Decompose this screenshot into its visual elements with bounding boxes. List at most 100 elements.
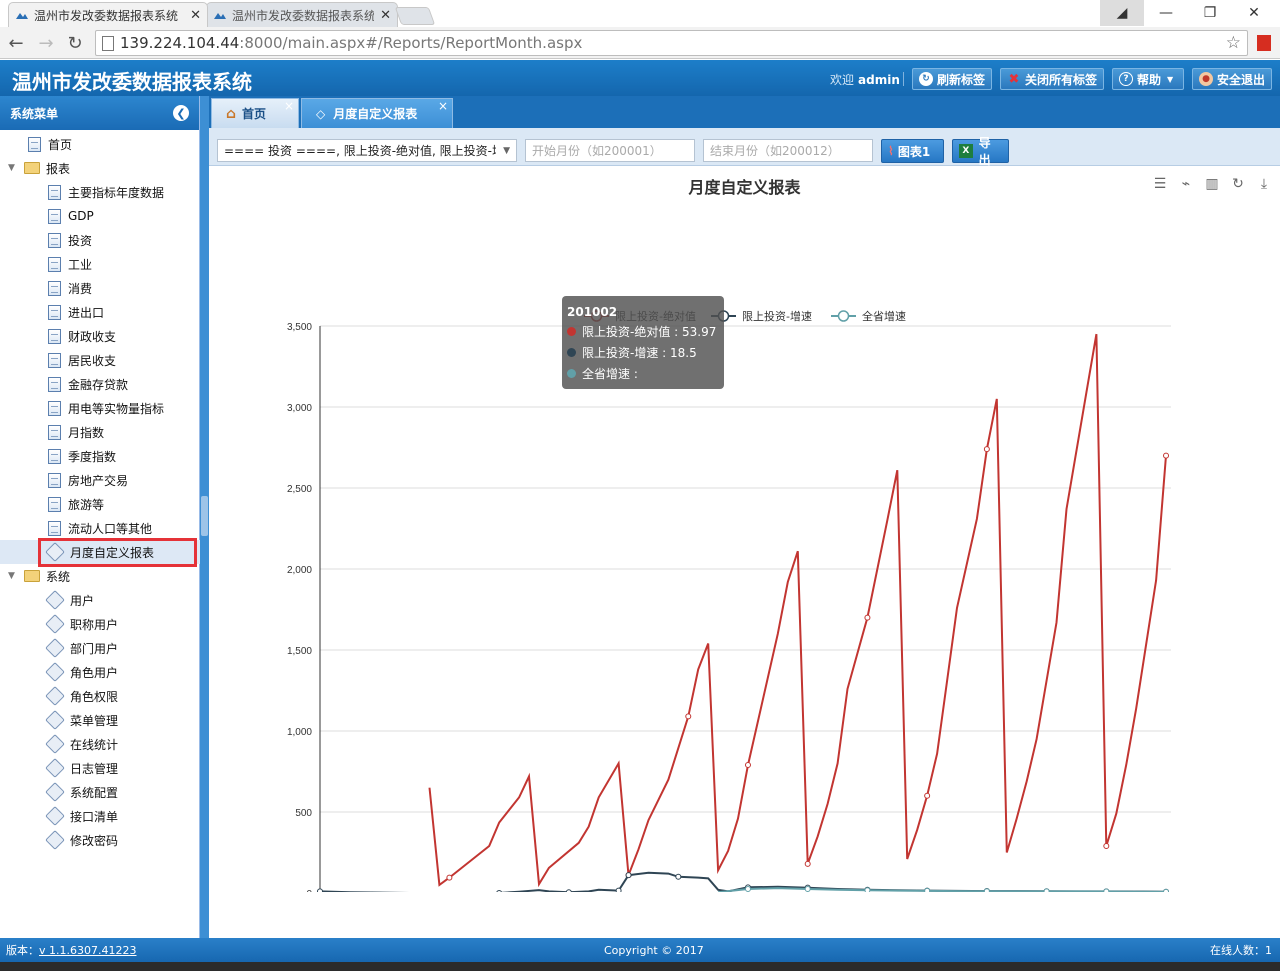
splitter-grip[interactable] bbox=[201, 496, 208, 536]
sidebar-splitter[interactable] bbox=[200, 96, 209, 938]
tree-item-system[interactable]: 菜单管理 bbox=[45, 708, 118, 732]
tree-item-label: 首页 bbox=[48, 137, 73, 152]
bar-chart-icon[interactable]: ▥ bbox=[1204, 176, 1220, 192]
version-link[interactable]: v 1.1.6307.41223 bbox=[39, 944, 136, 957]
browser-tab-active[interactable]: 温州市发改委数据报表系统 ✕ bbox=[8, 2, 208, 27]
export-button-label: 导出 bbox=[978, 136, 991, 167]
series-line bbox=[428, 333, 1167, 888]
tooltip-row: 全省增速 : bbox=[567, 363, 719, 384]
minimize-icon[interactable]: — bbox=[1144, 0, 1188, 26]
tree-item-system[interactable]: 系统配置 bbox=[45, 780, 118, 804]
tree-item-report[interactable]: 旅游等 bbox=[48, 492, 104, 516]
close-tab-home-icon[interactable]: × bbox=[284, 99, 294, 113]
y-tick-label: 3,000 bbox=[287, 403, 312, 414]
bookmark-star-icon[interactable]: ☆ bbox=[1226, 33, 1241, 53]
tree-item-report[interactable]: GDP bbox=[48, 204, 94, 228]
tree-item-report[interactable]: 投资 bbox=[48, 228, 92, 252]
tree-item-label: 消费 bbox=[68, 281, 93, 296]
tree-item-system[interactable]: 角色用户 bbox=[45, 660, 118, 684]
page-icon bbox=[48, 256, 61, 272]
tree-item-system[interactable]: 部门用户 bbox=[45, 636, 118, 660]
series-dot bbox=[567, 327, 576, 336]
series-point bbox=[864, 614, 871, 621]
data-view-icon[interactable]: ☰ bbox=[1152, 176, 1168, 192]
close-tab-report-icon[interactable]: × bbox=[438, 99, 448, 113]
tree-item-report[interactable]: 消费 bbox=[48, 276, 92, 300]
tree-item-report[interactable]: 居民收支 bbox=[48, 348, 116, 372]
line-chart-icon[interactable]: ⌁ bbox=[1178, 176, 1194, 192]
tree-folder-system[interactable]: ▼ 系统 bbox=[8, 564, 70, 588]
series-point bbox=[685, 713, 692, 720]
tree-item-report[interactable]: 季度指数 bbox=[48, 444, 116, 468]
tree-item-system[interactable]: 角色权限 bbox=[45, 684, 118, 708]
tree-item-label: 工业 bbox=[68, 257, 93, 272]
y-tick-label: 1,500 bbox=[287, 646, 312, 657]
extension-icon[interactable] bbox=[1257, 35, 1271, 51]
browser-tab-inactive[interactable]: 温州市发改委数据报表系统 ✕ bbox=[206, 2, 398, 27]
tree-item-report[interactable]: 主要指标年度数据 bbox=[48, 180, 164, 204]
sidebar: 系统菜单 ❮ 首页 ▼ 报表 主要指标年度数据 GDP 投资 工业 消费 进出口 财政收支 居民收支… bbox=[0, 96, 200, 938]
legend-label: 限上投资-增速 bbox=[742, 309, 812, 323]
series-point bbox=[615, 887, 622, 892]
indicator-select[interactable]: ==== 投资 ====, 限上投资-绝对值, 限上投资-增速 ▼ bbox=[217, 139, 517, 162]
tree-item-report[interactable]: 财政收支 bbox=[48, 324, 116, 348]
browser-tabstrip: 温州市发改委数据报表系统 ✕ 温州市发改委数据报表系统 ✕ ◢ — ❐ ✕ bbox=[0, 0, 1280, 27]
close-all-tabs-button[interactable]: ✖ 关闭所有标签 bbox=[1000, 68, 1104, 90]
forward-arrow-icon[interactable]: → bbox=[34, 31, 58, 55]
tree-item-home[interactable]: 首页 bbox=[28, 132, 72, 156]
indicator-select-value: ==== 投资 ====, 限上投资-绝对值, 限上投资-增速 bbox=[224, 144, 496, 158]
end-month-input[interactable]: 结束月份（如200012） bbox=[703, 139, 873, 162]
version-text: 版本：v 1.1.6307.41223 bbox=[6, 942, 136, 958]
help-button[interactable]: ? 帮助 ▼ bbox=[1112, 68, 1184, 90]
tree-item-label: 在线统计 bbox=[70, 737, 119, 752]
tree-item-system[interactable]: 接口清单 bbox=[45, 804, 118, 828]
tree-item-report[interactable]: 金融存贷款 bbox=[48, 372, 128, 396]
tree-item-system[interactable]: 在线统计 bbox=[45, 732, 119, 756]
tree-item-report[interactable]: 流动人口等其他 bbox=[48, 516, 152, 540]
chart-button[interactable]: ⌇ 图表1 bbox=[881, 139, 944, 163]
home-icon: ⌂ bbox=[226, 105, 237, 122]
profile-icon[interactable]: ◢ bbox=[1100, 0, 1144, 26]
close-tab-icon[interactable]: ✕ bbox=[190, 8, 201, 23]
page-icon bbox=[48, 304, 61, 320]
tree-item-report[interactable]: 月指数 bbox=[48, 420, 104, 444]
download-icon[interactable]: ⤓ bbox=[1256, 176, 1272, 192]
tree-item-system[interactable]: 职称用户 bbox=[45, 612, 118, 636]
y-tick-label: 2,500 bbox=[287, 484, 312, 495]
close-tab-icon[interactable]: ✕ bbox=[380, 8, 391, 23]
tree-item-system[interactable]: 日志管理 bbox=[45, 756, 118, 780]
tab-home[interactable]: ⌂ 首页 × bbox=[211, 98, 299, 128]
tag-icon bbox=[45, 614, 65, 634]
tree-item-system[interactable]: 用户 bbox=[45, 588, 94, 612]
page-icon bbox=[48, 352, 61, 368]
expand-arrow-icon[interactable]: ▼ bbox=[8, 571, 20, 581]
refresh-tabs-button[interactable]: ↻ 刷新标签 bbox=[912, 68, 992, 90]
tree-item-label: 月指数 bbox=[68, 425, 105, 440]
tab-monthly-report[interactable]: ◇ 月度自定义报表 × bbox=[301, 98, 453, 128]
expand-arrow-icon[interactable]: ▼ bbox=[8, 163, 20, 173]
window-close-icon[interactable]: ✕ bbox=[1232, 0, 1276, 26]
tree-item-report[interactable]: 进出口 bbox=[48, 300, 104, 324]
tree-folder-reports[interactable]: ▼ 报表 bbox=[8, 156, 70, 180]
new-tab-button[interactable] bbox=[394, 7, 436, 25]
url-field[interactable]: 139.224.104.44:8000/main.aspx#/Reports/R… bbox=[95, 30, 1248, 56]
logout-button[interactable]: ● 安全退出 bbox=[1192, 68, 1272, 90]
reload-icon[interactable]: ↻ bbox=[63, 31, 87, 55]
export-button[interactable]: X 导出 bbox=[952, 136, 1009, 167]
series-point bbox=[744, 762, 751, 769]
tree-item-report[interactable]: 工业 bbox=[48, 252, 92, 276]
restore-icon[interactable]: ↻ bbox=[1230, 176, 1246, 192]
series-point bbox=[983, 446, 990, 453]
tag-icon bbox=[45, 758, 65, 778]
series-point bbox=[1163, 888, 1170, 892]
tree-item-report[interactable]: 房地产交易 bbox=[48, 468, 128, 492]
series-point bbox=[317, 888, 323, 892]
collapse-sidebar-icon[interactable]: ❮ bbox=[173, 105, 189, 121]
page-icon bbox=[48, 472, 61, 488]
restore-icon[interactable]: ❐ bbox=[1188, 0, 1232, 26]
welcome-text: 欢迎 admin bbox=[830, 71, 900, 88]
tree-item-report[interactable]: 用电等实物量指标 bbox=[48, 396, 164, 420]
start-month-input[interactable]: 开始月份（如200001） bbox=[525, 139, 695, 162]
back-arrow-icon[interactable]: ← bbox=[4, 31, 28, 55]
tree-item-system[interactable]: 修改密码 bbox=[45, 828, 118, 852]
